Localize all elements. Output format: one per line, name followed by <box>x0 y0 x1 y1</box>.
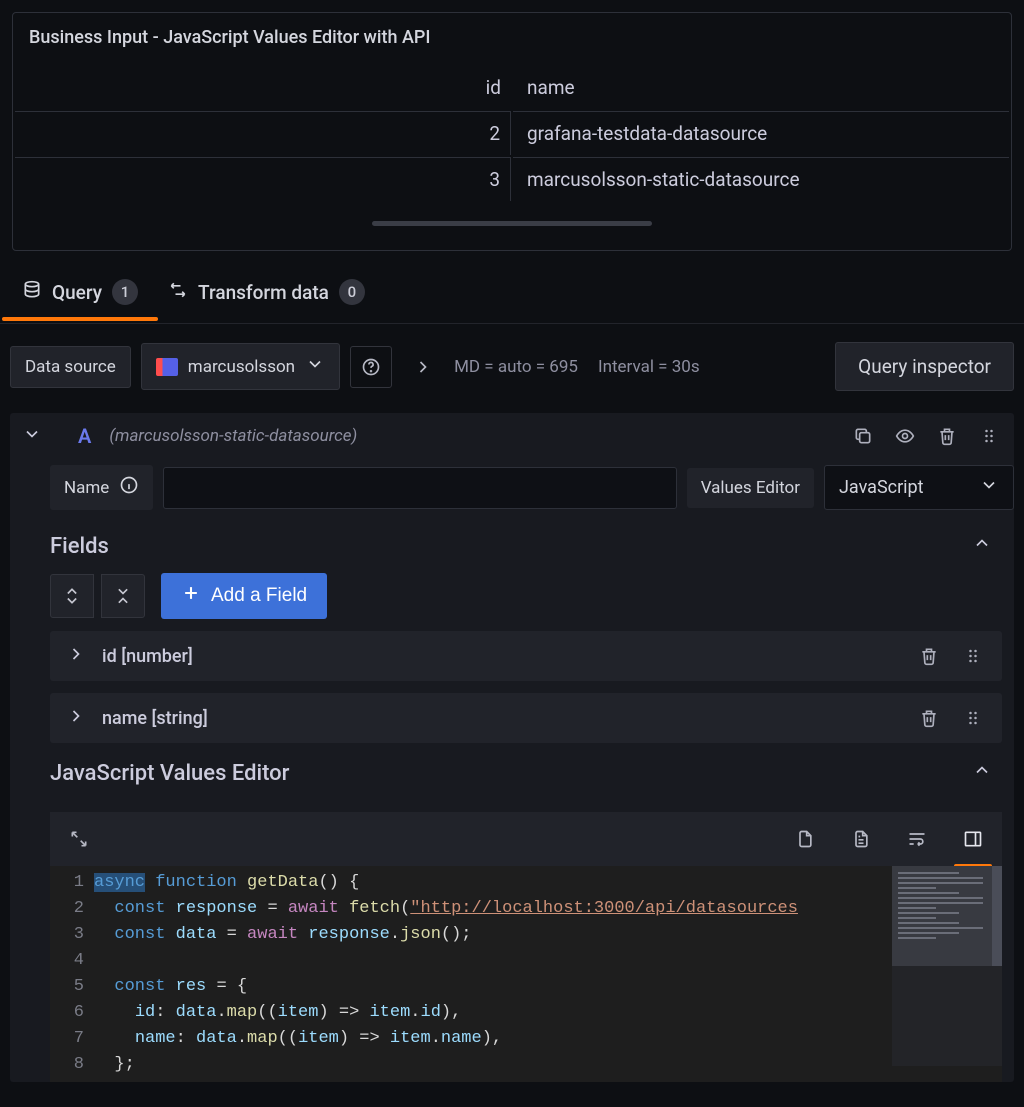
name-label-text: Name <box>64 478 109 498</box>
chevron-down-icon <box>22 424 42 448</box>
cell-name: marcusolsson-static-datasource <box>513 157 1009 201</box>
datasource-value: marcusolsson <box>188 357 295 377</box>
chevron-down-icon <box>979 475 999 500</box>
field-row[interactable]: id [number] <box>50 631 1002 681</box>
tab-query[interactable]: Query 1 <box>22 273 138 319</box>
datasource-label-text: Data source <box>25 357 116 377</box>
chevron-down-icon <box>305 354 325 379</box>
cell-id: 2 <box>15 111 511 155</box>
query-header[interactable]: A (marcusolsson-static-datasource) <box>10 413 1014 459</box>
data-table: id name 2 grafana-testdata-datasource 3 … <box>13 64 1011 203</box>
query-ds-name: (marcusolsson-static-datasource) <box>109 426 357 446</box>
query-ref-id: A <box>78 424 91 448</box>
editor-toolbar <box>50 812 1002 866</box>
chevron-right-icon <box>66 644 86 669</box>
horizontal-scrollbar[interactable] <box>372 221 652 226</box>
tab-query-badge: 1 <box>112 279 138 305</box>
query-inspector-button[interactable]: Query inspector <box>835 342 1014 391</box>
add-field-label: Add a Field <box>211 585 307 607</box>
chevron-up-icon[interactable] <box>972 533 992 557</box>
panel: Business Input - JavaScript Values Edito… <box>12 12 1012 251</box>
delete-field-button[interactable] <box>916 643 942 669</box>
delete-field-button[interactable] <box>916 705 942 731</box>
wrap-button[interactable] <box>902 824 932 854</box>
minimap-scrollbar[interactable] <box>992 866 1002 966</box>
code-area[interactable]: async function getData() { const respons… <box>94 866 886 1082</box>
tabs-bar: Query 1 Transform data 0 <box>0 273 1024 319</box>
collapse-all-button[interactable] <box>101 574 145 618</box>
panel-title: Business Input - JavaScript Values Edito… <box>13 21 1011 64</box>
values-editor-label-text: Values Editor <box>701 478 800 498</box>
delete-button[interactable] <box>934 423 960 449</box>
datasource-label: Data source <box>10 346 131 388</box>
md-text: MD = auto = 695 <box>454 357 578 377</box>
query-inspector-label: Query inspector <box>858 355 991 378</box>
js-editor-section-title: JavaScript Values Editor <box>10 743 289 800</box>
query-row: A (marcusolsson-static-datasource) Name … <box>10 413 1014 1082</box>
values-editor-value: JavaScript <box>839 477 924 498</box>
expand-button[interactable] <box>402 346 444 388</box>
drag-handle-icon[interactable] <box>960 643 986 669</box>
fields-section-title: Fields <box>10 516 109 573</box>
minimap[interactable] <box>892 866 1002 1066</box>
plus-icon <box>181 583 201 609</box>
values-editor-select[interactable]: JavaScript <box>824 465 1014 510</box>
expand-editor-button[interactable] <box>64 824 94 854</box>
field-label: id [number] <box>102 646 193 667</box>
tab-transform-badge: 0 <box>339 279 365 305</box>
paste-button[interactable] <box>846 824 876 854</box>
chevron-up-icon[interactable] <box>972 760 992 784</box>
datasource-picker[interactable]: marcusolsson <box>141 343 340 390</box>
field-row[interactable]: name [string] <box>50 693 1002 743</box>
info-icon <box>119 475 139 500</box>
help-button[interactable] <box>350 346 392 388</box>
table-row[interactable]: 3 marcusolsson-static-datasource <box>15 157 1009 201</box>
col-name-header[interactable]: name <box>513 66 1009 109</box>
cell-id: 3 <box>15 157 511 201</box>
show-minimap-button[interactable] <box>958 824 988 854</box>
tab-transform-label: Transform data <box>198 281 329 304</box>
table-row[interactable]: 2 grafana-testdata-datasource <box>15 111 1009 155</box>
chevron-right-icon <box>66 706 86 731</box>
drag-handle-icon[interactable] <box>960 705 986 731</box>
name-label: Name <box>50 465 153 510</box>
query-toolbar: Data source marcusolsson MD = auto = 695… <box>0 323 1024 409</box>
field-label: name [string] <box>102 708 208 729</box>
transform-icon <box>168 280 188 305</box>
cell-name: grafana-testdata-datasource <box>513 111 1009 155</box>
expand-all-button[interactable] <box>50 574 94 618</box>
query-options: Name Values Editor JavaScript <box>10 459 1014 516</box>
name-input[interactable] <box>163 467 676 509</box>
duplicate-button[interactable] <box>850 423 876 449</box>
tab-transform[interactable]: Transform data 0 <box>168 273 365 319</box>
tab-query-label: Query <box>52 281 102 304</box>
values-editor-label: Values Editor <box>687 468 814 508</box>
col-id-header[interactable]: id <box>15 66 511 109</box>
interval-text: Interval = 30s <box>598 357 700 377</box>
copy-button[interactable] <box>790 824 820 854</box>
datasource-logo-icon <box>156 358 178 376</box>
database-icon <box>22 280 42 305</box>
toggle-visibility-button[interactable] <box>892 423 918 449</box>
line-number-gutter: 1 2 3 4 5 6 7 8 <box>50 866 94 1082</box>
code-editor[interactable]: 1 2 3 4 5 6 7 8 async function getData()… <box>50 866 1002 1082</box>
add-field-button[interactable]: Add a Field <box>161 573 327 619</box>
drag-handle-icon[interactable] <box>976 423 1002 449</box>
